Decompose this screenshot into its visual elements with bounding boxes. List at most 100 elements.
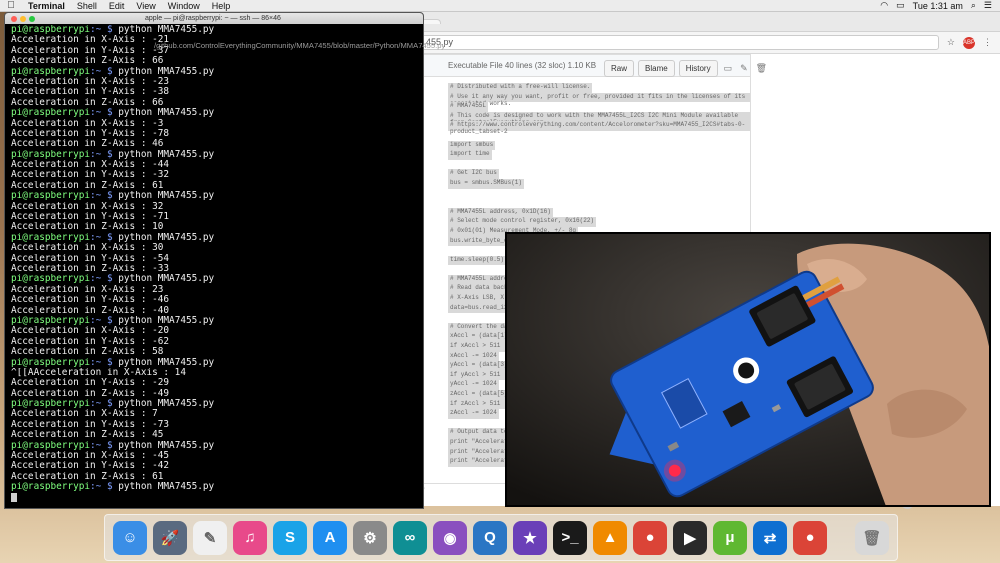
prompt-user: pi@raspberrypi: [11, 108, 91, 119]
skype-icon[interactable]: S: [273, 520, 307, 555]
prompt-path: :~ $: [90, 482, 113, 493]
code-line-text: # MMA7455L: [448, 102, 489, 112]
terminal-prompt-line: pi@raspberrypi:~ $ python MMA7455.py: [11, 191, 417, 201]
wifi-icon[interactable]: ◠: [880, 0, 888, 11]
terminal-icon[interactable]: >_: [553, 520, 587, 555]
terminal-window[interactable]: apple — pi@raspberrypi: ~ — ssh — 86×46 …: [4, 12, 424, 509]
textedit-icon[interactable]: ✎: [193, 520, 227, 555]
browser-menu-icon[interactable]: ⋮: [983, 37, 992, 48]
menu-view[interactable]: View: [130, 1, 161, 11]
terminal-output-line: Acceleration in X-Axis : 30: [11, 243, 164, 254]
prompt-command: python MMA7455.py: [112, 482, 215, 493]
code-line-text: # Select mode control register, 0x16(22): [448, 217, 597, 227]
prompt-user: pi@raspberrypi: [11, 25, 91, 35]
code-line: import time: [448, 150, 750, 160]
terminal-output-line: Acceleration in Y-Axis : -71: [11, 212, 170, 223]
prompt-path: :~ $: [90, 315, 113, 326]
terminal-output-line: Acceleration in Z-Axis : 61: [11, 471, 164, 482]
terminal-cursor: [11, 492, 17, 502]
terminal-output-line: Acceleration in Y-Axis : -46: [11, 295, 170, 306]
prompt-command: python MMA7455.py: [112, 274, 215, 285]
search-icon[interactable]: ⌕: [971, 0, 976, 11]
teamviewer-icon[interactable]: ⇄: [753, 520, 787, 555]
terminal-output-line: Acceleration in Z-Axis : 66: [11, 97, 164, 108]
menu-help[interactable]: Help: [206, 1, 237, 11]
app-store-icon[interactable]: A: [313, 520, 347, 555]
code-line-text: xAccl -= 1024: [448, 351, 499, 362]
apple-icon[interactable]: : [0, 0, 22, 11]
trash-icon[interactable]: 🗑: [855, 520, 889, 555]
battery-icon[interactable]: ▭: [896, 0, 905, 11]
terminal-output-line: Acceleration in X-Axis : -45: [11, 451, 170, 462]
imovie-icon[interactable]: ★: [513, 520, 547, 555]
prompt-command: python MMA7455.py: [112, 25, 215, 35]
terminal-prompt-line: pi@raspberrypi:~ $ python MMA7455.py: [11, 233, 417, 243]
itunes-icon[interactable]: ♫: [233, 520, 267, 555]
menu-terminal[interactable]: Terminal: [22, 1, 71, 11]
prompt-user: pi@raspberrypi: [11, 232, 91, 243]
utorrent-icon[interactable]: μ: [713, 520, 747, 555]
code-line: # Select mode control register, 0x16(22): [448, 217, 750, 227]
blame-button[interactable]: Blame: [638, 60, 675, 77]
terminal-prompt-line: pi@raspberrypi:~ $ python MMA7455.py: [11, 441, 417, 451]
github-desktop-icon[interactable]: ◉: [433, 520, 467, 555]
terminal-prompt-line: pi@raspberrypi:~ $ python MMA7455.py: [11, 316, 417, 326]
prompt-path: :~ $: [90, 191, 113, 202]
prompt-command: python MMA7455.py: [112, 191, 215, 202]
github-url-partial: /github.com/ControlEverythingCommunity/M…: [154, 41, 446, 50]
vlc-icon[interactable]: ▲: [593, 520, 627, 555]
video-overlay[interactable]: [505, 232, 991, 507]
prompt-path: :~ $: [90, 149, 113, 160]
code-line-text: # This code is designed to work with the…: [448, 111, 750, 126]
edit-pencil-icon[interactable]: ✎: [738, 60, 750, 77]
browser-urlbar: 455.py ☆ ABP ⋮: [411, 32, 1000, 54]
finder-icon[interactable]: ☺: [113, 520, 147, 555]
delete-trash-icon[interactable]: 🗑: [754, 60, 769, 77]
launchpad-icon[interactable]: 🚀: [153, 520, 187, 555]
code-line-text: bus = smbus.SMBus(1): [448, 178, 525, 189]
bookmark-star-icon[interactable]: ☆: [947, 37, 955, 48]
raw-button[interactable]: Raw: [604, 60, 635, 77]
terminal-output-line: Acceleration in Y-Axis : -73: [11, 419, 170, 430]
menu-shell[interactable]: Shell: [71, 1, 103, 11]
code-line: bus = smbus.SMBus(1): [448, 178, 750, 189]
menu-edit[interactable]: Edit: [103, 1, 131, 11]
video-player-icon[interactable]: ▶: [673, 520, 707, 555]
terminal-output[interactable]: pi@raspberrypi:~ $ python MMA7455.py Acce…: [5, 24, 423, 504]
zoom-window-icon[interactable]: [29, 15, 35, 22]
terminal-title: apple — pi@raspberrypi: ~ — ssh — 86×46: [145, 15, 281, 22]
system-preferences-icon[interactable]: ⚙: [353, 520, 387, 555]
extension-abp-icon[interactable]: ABP: [963, 36, 975, 49]
desktop-icon[interactable]: ▭: [722, 60, 735, 77]
menu-bar:  TerminalShellEditViewWindowHelp ◠ ▭ Tu…: [0, 0, 1000, 12]
code-line: # Use it any way you want, profit or fre…: [448, 92, 750, 107]
url-field[interactable]: 455.py: [419, 35, 939, 50]
code-line-text: # Distributed with a free-will license.: [448, 83, 593, 93]
code-line: import smbus: [448, 140, 750, 151]
terminal-output-line: Acceleration in X-Axis : 32: [11, 201, 164, 212]
terminal-output-line: Acceleration in Y-Axis : -29: [11, 378, 170, 389]
terminal-output-line: Acceleration in Z-Axis : -40: [11, 305, 170, 316]
chrome-icon[interactable]: ●: [633, 520, 667, 555]
clock[interactable]: Tue 1:31 am: [913, 1, 963, 11]
prompt-user: pi@raspberrypi: [11, 274, 91, 285]
prompt-path: :~ $: [90, 440, 113, 451]
prompt-path: :~ $: [90, 25, 113, 35]
menu-window[interactable]: Window: [162, 1, 206, 11]
close-window-icon[interactable]: [11, 15, 17, 22]
prompt-command: python MMA7455.py: [112, 66, 215, 77]
minimize-window-icon[interactable]: [20, 15, 26, 22]
arduino-icon[interactable]: ∞: [393, 520, 427, 555]
sensor-board-photo: [507, 234, 989, 505]
file-meta: Executable File 40 lines (32 sloc) 1.10 …: [448, 61, 597, 70]
history-button[interactable]: History: [678, 60, 718, 77]
terminal-output-line: Acceleration in Z-Axis : 46: [11, 139, 164, 150]
terminal-output-line: Acceleration in Y-Axis : -78: [11, 128, 170, 139]
chrome-icon-2[interactable]: ●: [793, 520, 827, 555]
menu-list-icon[interactable]: ☰: [984, 0, 992, 11]
code-line-text: if yAccl > 511 :: [448, 370, 510, 381]
code-line-text: # Get I2C bus: [448, 169, 499, 179]
prompt-user: pi@raspberrypi: [11, 357, 91, 368]
code-line-text: # Use it any way you want, profit or fre…: [448, 92, 750, 107]
quicktime-icon[interactable]: Q: [473, 520, 507, 555]
